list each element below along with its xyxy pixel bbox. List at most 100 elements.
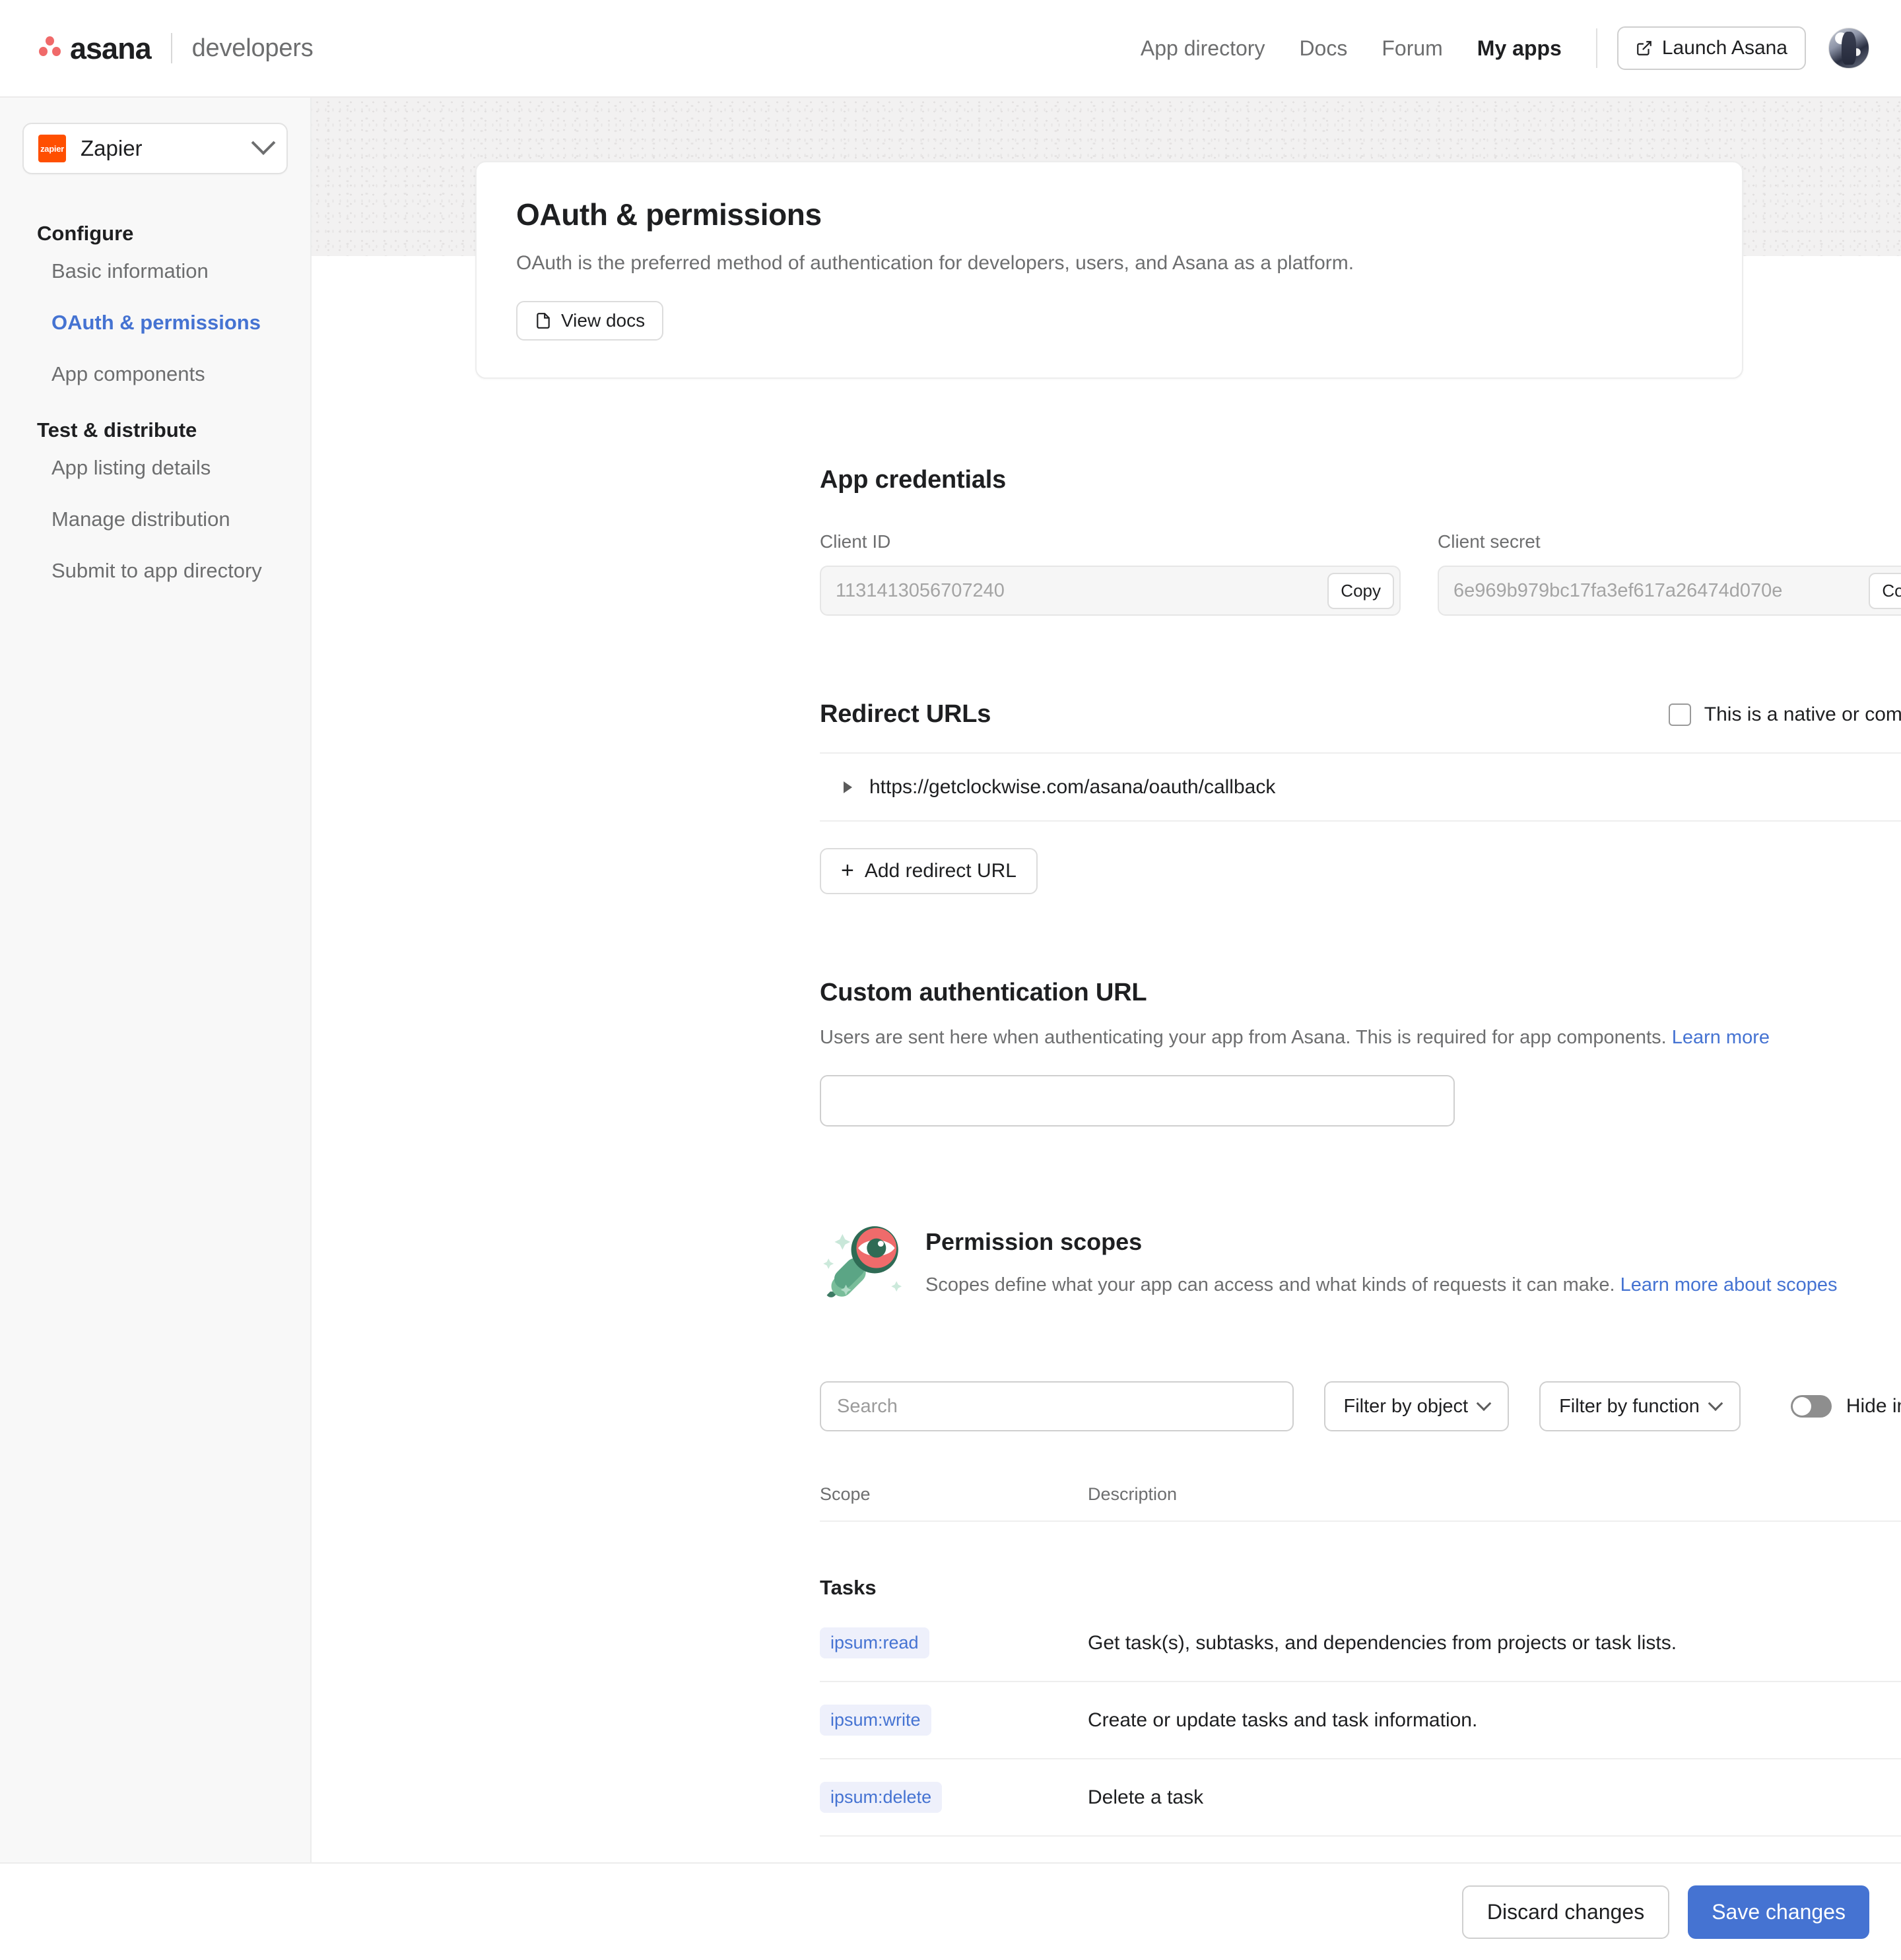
client-id-label: Client ID <box>820 531 891 552</box>
client-secret-label: Client secret <box>1438 531 1541 552</box>
nav-link-docs[interactable]: Docs <box>1299 36 1347 61</box>
asana-wordmark: asana <box>70 31 152 65</box>
brand-divider <box>170 33 172 63</box>
discard-changes-button[interactable]: Discard changes <box>1461 1885 1670 1939</box>
plus-icon: + <box>841 858 854 884</box>
client-secret-field-group: Client secret 6e969b979bc17fa3ef617a2647… <box>1438 531 1901 616</box>
save-changes-button[interactable]: Save changes <box>1688 1885 1869 1939</box>
content-column: OAuth & permissions OAuth is the preferr… <box>312 161 1901 1960</box>
nav-link-my-apps[interactable]: My apps <box>1477 36 1562 61</box>
page-shell: zapier Zapier Configure Basic informatio… <box>0 98 1901 1960</box>
scope-description: Get task(s), subtasks, and dependencies … <box>1088 1631 1677 1654</box>
learn-more-about-scopes-link[interactable]: Learn more about scopes <box>1620 1274 1838 1295</box>
launch-asana-label: Launch Asana <box>1661 37 1787 59</box>
launch-asana-button[interactable]: Launch Asana <box>1617 26 1806 70</box>
asana-logo-icon <box>38 36 62 60</box>
filter-by-function-dropdown[interactable]: Filter by function <box>1539 1381 1741 1431</box>
page-subtitle: OAuth is the preferred method of authent… <box>516 252 1354 274</box>
top-navigation-bar: asana developers App directory Docs Foru… <box>0 0 1901 98</box>
chevron-down-icon <box>1708 1396 1723 1412</box>
view-docs-button[interactable]: View docs <box>516 301 664 341</box>
sidebar-item-manage-distribution[interactable]: Manage distribution <box>51 494 310 545</box>
redirect-url-row: https://getclockwise.com/asana/oauth/cal… <box>820 754 1901 822</box>
app-credentials-heading: App credentials <box>820 466 1007 494</box>
chevron-down-icon <box>251 131 276 155</box>
scope-description: Create or update tasks and task informat… <box>1088 1709 1478 1731</box>
hide-inactive-scopes-label: Hide inactive scopes <box>1846 1395 1901 1417</box>
client-id-value: 1131413056707240 <box>836 579 1005 601</box>
sidebar-item-submit-to-app-directory[interactable]: Submit to app directory <box>51 545 310 597</box>
client-secret-box: 6e969b979bc17fa3ef617a26474d070e Copy Re… <box>1438 566 1901 616</box>
hide-inactive-scopes-toggle[interactable] <box>1790 1395 1832 1418</box>
add-redirect-url-button[interactable]: + Add redirect URL <box>820 848 1038 894</box>
search-input[interactable] <box>820 1381 1294 1431</box>
external-link-icon <box>1636 41 1651 55</box>
nav-link-app-directory[interactable]: App directory <box>1141 36 1265 61</box>
column-header-description: Description <box>1088 1484 1178 1504</box>
document-icon <box>537 313 550 329</box>
custom-auth-url-helper: Users are sent here when authenticating … <box>820 1027 1901 1049</box>
scope-pill: ipsum:write <box>820 1705 931 1736</box>
top-nav-links: App directory Docs Forum My apps Launch … <box>1141 26 1869 70</box>
app-selector-dropdown[interactable]: zapier Zapier <box>22 123 288 174</box>
scopes-table-header: Scope Description <box>820 1484 1901 1522</box>
client-id-field-group: Client ID 1131413056707240 Copy <box>820 531 1401 616</box>
hide-inactive-scopes-toggle-group[interactable]: Hide inactive scopes <box>1790 1395 1901 1418</box>
zapier-app-icon: zapier <box>38 135 66 162</box>
brand-subtitle: developers <box>191 34 314 62</box>
copy-client-secret-button[interactable]: Copy <box>1869 572 1901 609</box>
redirect-urls-heading: Redirect URLs <box>820 700 991 728</box>
custom-auth-url-helper-text: Users are sent here when authenticating … <box>820 1027 1667 1048</box>
scope-pill-cell: ipsum:delete <box>820 1782 1088 1813</box>
scope-pill: ipsum:delete <box>820 1782 943 1813</box>
table-row: ipsum:read Get task(s), subtasks, and de… <box>820 1605 1901 1682</box>
sidebar-item-app-components[interactable]: App components <box>51 348 310 400</box>
scope-pill-cell: ipsum:read <box>820 1627 1088 1658</box>
copy-client-id-button[interactable]: Copy <box>1327 572 1394 609</box>
table-row: ipsum:write Create or update tasks and t… <box>820 1682 1901 1759</box>
user-avatar[interactable] <box>1828 28 1869 69</box>
filter-by-object-label: Filter by object <box>1343 1395 1469 1417</box>
column-header-scope: Scope <box>820 1484 871 1504</box>
sidebar-group-configure: Configure <box>37 222 134 245</box>
native-app-checkbox-group[interactable]: This is a native or command-line app <box>1668 703 1901 726</box>
scope-description: Delete a task <box>1088 1786 1204 1808</box>
scopes-filter-bar: Filter by object Filter by function Hide… <box>820 1381 1901 1431</box>
nav-link-forum[interactable]: Forum <box>1382 36 1442 61</box>
table-row: ipsum:delete Delete a task <box>820 1759 1901 1837</box>
brand-logo-group[interactable]: asana developers <box>38 33 314 63</box>
sidebar-group-test-distribute: Test & distribute <box>37 418 197 441</box>
add-redirect-url-label: Add redirect URL <box>864 860 1017 882</box>
scope-pill-cell: ipsum:write <box>820 1705 1088 1736</box>
custom-auth-url-input[interactable] <box>820 1075 1455 1127</box>
sidebar-item-app-listing-details[interactable]: App listing details <box>51 442 310 494</box>
client-secret-value: 6e969b979bc17fa3ef617a26474d070e <box>1453 579 1783 601</box>
expand-caret-icon[interactable] <box>844 781 852 793</box>
scope-group-title-tasks: Tasks <box>820 1576 877 1599</box>
view-docs-label: View docs <box>561 310 646 331</box>
permission-scopes-title: Permission scopes <box>925 1228 1143 1255</box>
client-id-box: 1131413056707240 Copy <box>820 566 1401 616</box>
filter-by-object-dropdown[interactable]: Filter by object <box>1323 1381 1510 1431</box>
main-content: OAuth & permissions OAuth is the preferr… <box>312 98 1901 1960</box>
permission-scopes-subtitle-text: Scopes define what your app can access a… <box>925 1274 1615 1295</box>
permission-scopes-header: Permission scopes Scopes define what you… <box>820 1214 1901 1302</box>
redirect-urls-header-row: Redirect URLs This is a native or comman… <box>820 700 1901 729</box>
nav-divider <box>1595 28 1597 68</box>
page-title: OAuth & permissions <box>516 197 822 232</box>
sidebar: zapier Zapier Configure Basic informatio… <box>0 98 312 1960</box>
app-selector-label: Zapier <box>81 136 143 160</box>
native-app-checkbox[interactable] <box>1668 703 1691 726</box>
scope-pill: ipsum:read <box>820 1627 929 1658</box>
sidebar-item-basic-information[interactable]: Basic information <box>51 245 310 297</box>
telescope-eye-icon <box>823 1226 902 1297</box>
permission-scopes-subtitle: Scopes define what your app can access a… <box>925 1274 1838 1296</box>
redirect-url-value: https://getclockwise.com/asana/oauth/cal… <box>869 775 1276 798</box>
sidebar-item-oauth-permissions[interactable]: OAuth & permissions <box>51 297 310 348</box>
custom-auth-learn-more-link[interactable]: Learn more <box>1672 1027 1770 1048</box>
oauth-hero-card: OAuth & permissions OAuth is the preferr… <box>475 161 1743 379</box>
settings-body: App credentials Client ID 11314130567072… <box>820 466 1901 1960</box>
chevron-down-icon <box>1476 1396 1492 1412</box>
redirect-url-list: https://getclockwise.com/asana/oauth/cal… <box>820 752 1901 822</box>
credentials-row: Client ID 1131413056707240 Copy Client s… <box>820 531 1901 616</box>
